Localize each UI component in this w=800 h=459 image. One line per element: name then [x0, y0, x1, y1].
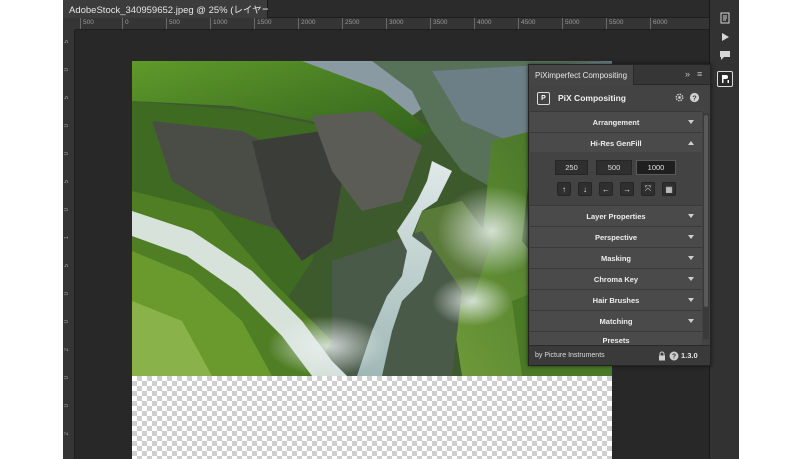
chevron-down-icon	[688, 214, 694, 218]
svg-text:?: ?	[672, 354, 676, 361]
ruler-tick-label: 2	[64, 348, 70, 352]
size-500-button[interactable]: 500	[596, 160, 632, 175]
pix-logo-icon: P	[537, 91, 550, 105]
section-label: Arrangement	[592, 117, 640, 127]
play-icon[interactable]	[717, 29, 733, 45]
genfill-controls: 250 500 1000 ↑ ↓ ← → ⤧ ▦	[530, 152, 702, 204]
section-chroma-key[interactable]: Chroma Key	[530, 268, 702, 289]
help-icon[interactable]: ?	[689, 92, 700, 103]
pix-compositing-panel: PiXimperfect Compositing » ≡ P PiX Compo…	[528, 64, 711, 366]
ruler-tick-label: 500	[80, 18, 94, 29]
ruler-tick-label: 6000	[649, 18, 668, 29]
help-icon[interactable]: ?	[669, 351, 679, 361]
ruler-tick-label: 0	[64, 68, 70, 72]
panel-footer: by Picture Instruments ? 1.3.0	[529, 345, 710, 365]
section-perspective[interactable]: Perspective	[530, 226, 702, 247]
ruler-tick-label: 5	[64, 264, 70, 268]
chevron-down-icon	[688, 319, 694, 323]
section-label: Hi-Res GenFill	[590, 138, 642, 148]
ruler-tick-label: 4500	[517, 18, 536, 29]
version-label: 1.3.0	[681, 351, 698, 360]
ruler-tick-label: 0	[64, 292, 70, 296]
ruler-corner	[63, 18, 75, 30]
ruler-tick-label: 0	[64, 124, 70, 128]
pix-plugin-icon[interactable]	[717, 71, 733, 87]
section-label: Masking	[600, 253, 631, 263]
section-label: Perspective	[594, 232, 638, 242]
ruler-left: 5 0 5 0 0 5 0 1 5 0 0 2 0 0 2	[63, 30, 75, 459]
ruler-tick-label: 0	[64, 208, 70, 212]
svg-text:?: ?	[692, 93, 697, 102]
history-icon[interactable]	[717, 10, 733, 26]
section-arrangement[interactable]: Arrangement	[530, 111, 702, 132]
transparent-canvas-area[interactable]	[132, 376, 612, 459]
section-presets[interactable]: Presets	[530, 331, 702, 345]
size-1000-button[interactable]: 1000	[636, 160, 676, 175]
ruler-tick-label: 3000	[385, 18, 404, 29]
section-hair-brushes[interactable]: Hair Brushes	[530, 289, 702, 310]
ruler-tick-label: 2500	[341, 18, 360, 29]
ruler-tick-label: 1	[64, 236, 70, 240]
ruler-tick-label: 5	[64, 40, 70, 44]
grid-icon[interactable]: ▦	[662, 182, 676, 196]
tab-strip	[268, 0, 709, 18]
section-label: Presets	[602, 336, 630, 345]
size-250-button[interactable]: 250	[555, 160, 588, 175]
ruler-top: 500 0 500 1000 1500 2000 2500 3000 3500 …	[75, 18, 709, 30]
ruler-tick-label: 2	[64, 432, 70, 436]
document-tab[interactable]: AdobeStock_340959652.jpeg @ 25% (レイヤー 0,…	[63, 0, 338, 18]
right-dock	[709, 0, 739, 459]
ruler-tick-label: 2000	[297, 18, 316, 29]
section-matching[interactable]: Matching	[530, 310, 702, 331]
ruler-tick-label: 5500	[605, 18, 624, 29]
pix-header: P PiX Compositing ?	[529, 86, 710, 110]
arrow-right-icon[interactable]: →	[620, 182, 634, 196]
ruler-tick-label: 0	[64, 152, 70, 156]
ruler-tick-label: 3500	[429, 18, 448, 29]
ruler-tick-label: 1500	[253, 18, 272, 29]
settings-gear-icon[interactable]	[674, 92, 685, 103]
ruler-tick-label: 0	[122, 18, 129, 29]
section-label: Chroma Key	[593, 274, 639, 284]
section-layer-properties[interactable]: Layer Properties	[530, 205, 702, 226]
section-label: Hair Brushes	[592, 295, 640, 305]
arrow-down-icon[interactable]: ↓	[578, 182, 592, 196]
arrow-left-icon[interactable]: ←	[599, 182, 613, 196]
section-label: Layer Properties	[586, 211, 646, 221]
credit-text: by Picture Instruments	[535, 352, 605, 359]
panel-scrollbar[interactable]	[703, 113, 709, 339]
chevron-down-icon	[688, 298, 694, 302]
collapse-panel-icon[interactable]: »	[685, 69, 690, 79]
ruler-tick-label: 500	[166, 18, 180, 29]
panel-tab[interactable]: PiXimperfect Compositing	[529, 65, 635, 85]
chevron-down-icon	[688, 235, 694, 239]
ruler-tick-label: 0	[64, 404, 70, 408]
panel-header: PiXimperfect Compositing » ≡	[529, 65, 710, 85]
panel-menu-icon[interactable]: ≡	[697, 69, 702, 79]
ruler-tick-label: 5	[64, 180, 70, 184]
section-label: Matching	[599, 316, 633, 326]
lock-icon[interactable]	[657, 351, 667, 361]
ruler-tick-label: 0	[64, 320, 70, 324]
comment-icon[interactable]	[717, 47, 733, 63]
chevron-down-icon	[688, 120, 694, 124]
chevron-down-icon	[688, 256, 694, 260]
chevron-down-icon	[688, 277, 694, 281]
ruler-tick-label: 4000	[473, 18, 492, 29]
expand-all-icon[interactable]: ⤧	[641, 182, 655, 196]
ruler-tick-label: 1000	[209, 18, 228, 29]
section-hi-res-genfill[interactable]: Hi-Res GenFill	[530, 132, 702, 153]
chevron-up-icon	[688, 141, 694, 145]
section-masking[interactable]: Masking	[530, 247, 702, 268]
scrollbar-thumb[interactable]	[704, 115, 708, 307]
ruler-tick-label: 5000	[561, 18, 580, 29]
arrow-up-icon[interactable]: ↑	[557, 182, 571, 196]
panel-title: PiX Compositing	[558, 93, 626, 103]
ruler-tick-label: 0	[64, 376, 70, 380]
ruler-tick-label: 5	[64, 96, 70, 100]
